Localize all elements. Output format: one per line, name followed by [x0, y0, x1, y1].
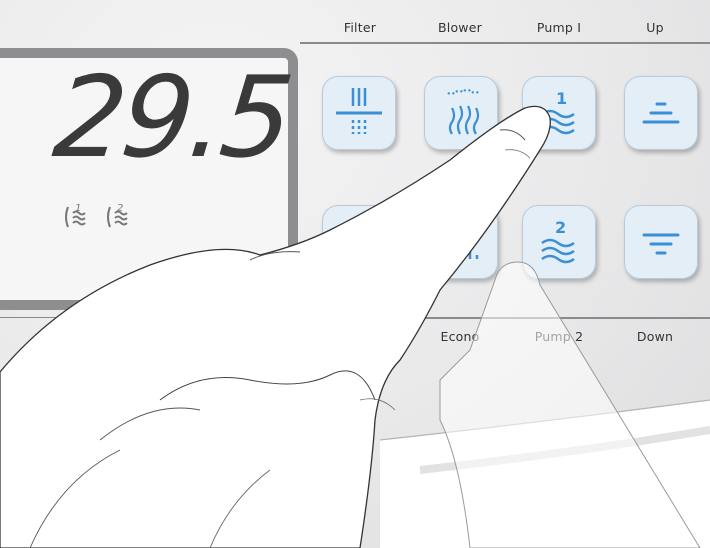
- control-panel: Filter Blower Pump I Up Econo Pump 2 Dow…: [0, 0, 710, 548]
- panel-bottom-curve: [379, 399, 710, 548]
